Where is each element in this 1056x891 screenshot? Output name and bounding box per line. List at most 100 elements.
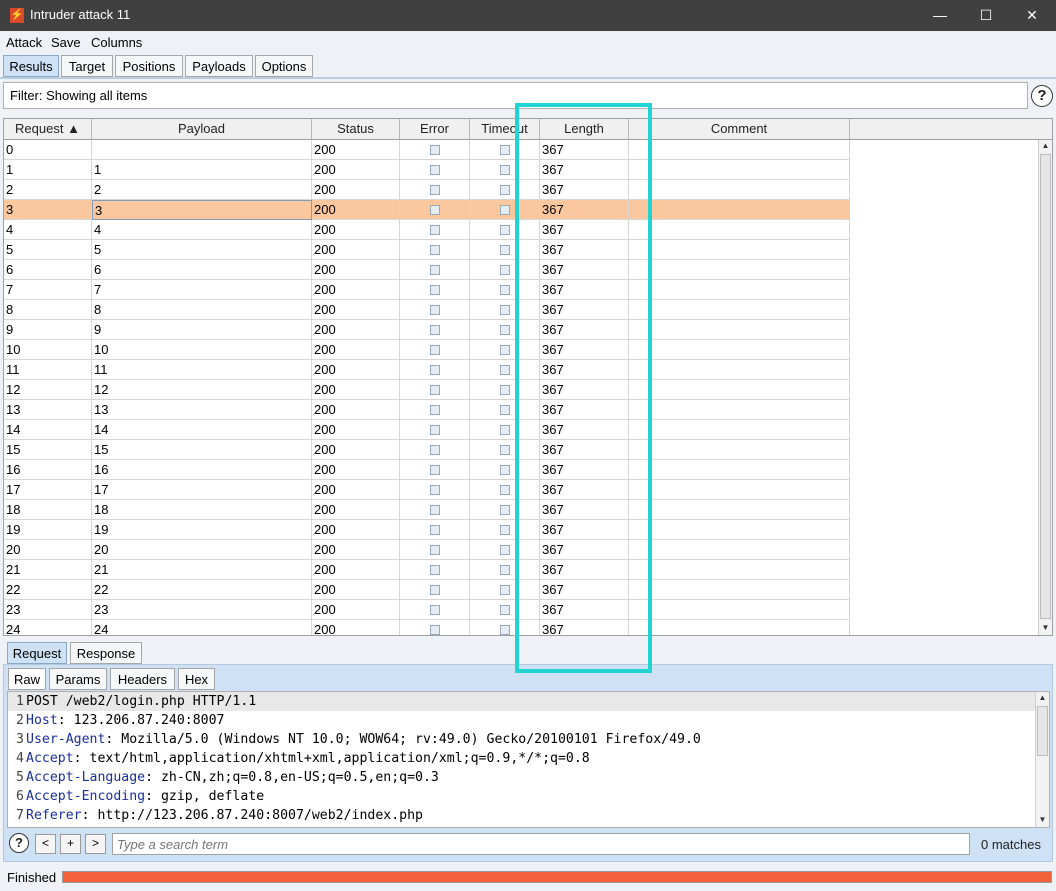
tab-request[interactable]: Request (7, 642, 67, 664)
table-row[interactable]: 13 13 200 367 (4, 400, 850, 420)
tab-hex[interactable]: Hex (178, 668, 215, 690)
menu-columns[interactable]: Columns (91, 35, 142, 50)
table-row[interactable]: 2 2 200 367 (4, 180, 850, 200)
tab-response[interactable]: Response (70, 642, 142, 664)
table-row[interactable]: 21 21 200 367 (4, 560, 850, 580)
column-error[interactable]: Error (400, 119, 470, 140)
menu-attack[interactable]: Attack (6, 35, 42, 50)
cell-request: 16 (4, 460, 92, 480)
filter-bar[interactable]: Filter: Showing all items (3, 82, 1028, 109)
search-help-icon[interactable]: ? (9, 833, 29, 853)
timeout-checkbox (500, 325, 510, 335)
tab-params[interactable]: Params (49, 668, 107, 690)
table-row[interactable]: 7 7 200 367 (4, 280, 850, 300)
table-row[interactable]: 10 10 200 367 (4, 340, 850, 360)
maximize-button[interactable]: ☐ (963, 0, 1009, 31)
cell-status: 200 (312, 400, 400, 420)
table-row[interactable]: 4 4 200 367 (4, 220, 850, 240)
column-length[interactable]: Length (540, 119, 629, 140)
editor-scroll-thumb[interactable] (1037, 706, 1048, 756)
column-payload[interactable]: Payload (92, 119, 312, 140)
column-comment[interactable]: Comment (629, 119, 850, 140)
tab-options[interactable]: Options (255, 55, 313, 77)
table-row[interactable]: 3 3 200 367 (4, 200, 850, 220)
table-row[interactable]: 8 8 200 367 (4, 300, 850, 320)
cell-timeout (470, 260, 540, 280)
table-row[interactable]: 16 16 200 367 (4, 460, 850, 480)
cell-timeout (470, 560, 540, 580)
cell-status: 200 (312, 340, 400, 360)
cell-error (400, 180, 470, 200)
column-timeout[interactable]: Timeout (470, 119, 540, 140)
editor-scroll-up-icon[interactable]: ▲ (1036, 692, 1049, 704)
cell-error (400, 540, 470, 560)
table-row[interactable]: 17 17 200 367 (4, 480, 850, 500)
table-row[interactable]: 24 24 200 367 (4, 620, 850, 635)
error-checkbox (430, 425, 440, 435)
table-row[interactable]: 23 23 200 367 (4, 600, 850, 620)
table-row[interactable]: 11 11 200 367 (4, 360, 850, 380)
cell-payload: 12 (92, 380, 312, 400)
column-request[interactable]: Request ▲ (4, 119, 92, 140)
minimize-button[interactable]: — (917, 0, 963, 31)
request-line: 3 User-Agent: Mozilla/5.0 (Windows NT 10.… (8, 730, 701, 749)
table-row[interactable]: 19 19 200 367 (4, 520, 850, 540)
tab-target[interactable]: Target (61, 55, 113, 77)
table-row[interactable]: 5 5 200 367 (4, 240, 850, 260)
timeout-checkbox (500, 445, 510, 455)
cell-comment (629, 440, 850, 460)
close-button[interactable]: ✕ (1009, 0, 1055, 31)
tab-raw[interactable]: Raw (8, 668, 46, 690)
cell-payload: 5 (92, 240, 312, 260)
timeout-checkbox (500, 225, 510, 235)
search-input[interactable] (112, 833, 970, 855)
scroll-up-icon[interactable]: ▲ (1039, 140, 1052, 152)
line-number: 3 (16, 732, 24, 747)
menu-save[interactable]: Save (51, 35, 81, 50)
error-checkbox (430, 405, 440, 415)
tab-headers[interactable]: Headers (110, 668, 175, 690)
cell-request: 5 (4, 240, 92, 260)
editor-scrollbar[interactable]: ▲ ▼ (1035, 692, 1049, 827)
table-row[interactable]: 15 15 200 367 (4, 440, 850, 460)
table-row[interactable]: 12 12 200 367 (4, 380, 850, 400)
cell-payload: 8 (92, 300, 312, 320)
table-row[interactable]: 14 14 200 367 (4, 420, 850, 440)
editor-scroll-down-icon[interactable]: ▼ (1036, 814, 1049, 826)
cell-error (400, 560, 470, 580)
error-checkbox (430, 365, 440, 375)
cell-payload: 15 (92, 440, 312, 460)
cell-request: 11 (4, 360, 92, 380)
next-match-button[interactable]: > (85, 834, 106, 854)
scroll-down-icon[interactable]: ▼ (1039, 622, 1052, 634)
previous-match-button[interactable]: < (35, 834, 56, 854)
table-row[interactable]: 6 6 200 367 (4, 260, 850, 280)
column-status[interactable]: Status (312, 119, 400, 140)
table-row[interactable]: 22 22 200 367 (4, 580, 850, 600)
tab-results[interactable]: Results (3, 55, 59, 77)
tab-payloads[interactable]: Payloads (185, 55, 253, 77)
scroll-thumb[interactable] (1040, 154, 1051, 619)
add-button[interactable]: + (60, 834, 81, 854)
cell-status: 200 (312, 620, 400, 635)
table-row[interactable]: 1 1 200 367 (4, 160, 850, 180)
request-editor[interactable]: 1 POST /web2/login.php HTTP/1.1 2 Host: 123… (7, 691, 1050, 828)
error-checkbox (430, 305, 440, 315)
table-row[interactable]: 9 9 200 367 (4, 320, 850, 340)
cell-status: 200 (312, 560, 400, 580)
cell-payload: 9 (92, 320, 312, 340)
timeout-checkbox (500, 345, 510, 355)
help-icon[interactable]: ? (1031, 85, 1053, 107)
cell-length: 367 (540, 560, 629, 580)
table-row[interactable]: 20 20 200 367 (4, 540, 850, 560)
cell-timeout (470, 300, 540, 320)
cell-payload: 10 (92, 340, 312, 360)
header-value: : http://123.206.87.240:8007/web2/index.… (81, 808, 423, 823)
cell-length: 367 (540, 300, 629, 320)
table-row[interactable]: 0 200 367 (4, 140, 850, 160)
table-scrollbar[interactable]: ▲ ▼ (1038, 140, 1052, 635)
cell-payload: 13 (92, 400, 312, 420)
table-row[interactable]: 18 18 200 367 (4, 500, 850, 520)
cell-payload: 19 (92, 520, 312, 540)
tab-positions[interactable]: Positions (115, 55, 183, 77)
